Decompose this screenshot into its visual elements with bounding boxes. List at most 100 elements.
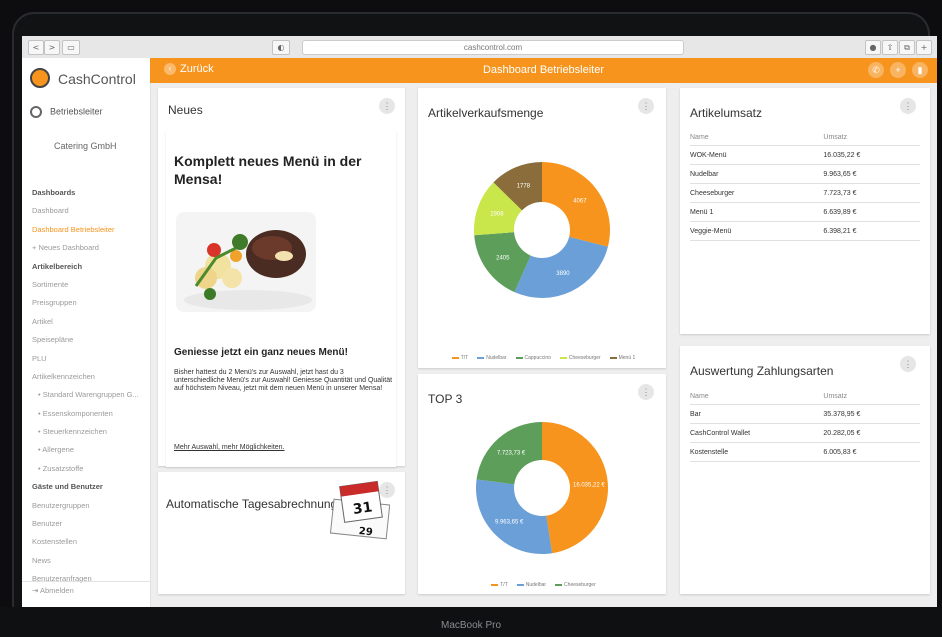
sidebar-item[interactable]: Kostenstellen: [22, 533, 150, 551]
top3-slice[interactable]: [476, 479, 553, 554]
table-cell-name: Kostenstelle: [690, 442, 824, 462]
sales-quantity-slice[interactable]: [514, 236, 608, 298]
user-icon: [30, 106, 42, 118]
logout-button[interactable]: ⇥ Abmelden: [22, 581, 150, 600]
sales-quantity-slice-label: 2405: [496, 256, 510, 262]
logo-text: CashControl: [58, 71, 136, 87]
phone-icon[interactable]: ✆: [868, 62, 884, 78]
article-revenue-header-row: Name Umsatz: [690, 130, 920, 146]
sales-quantity-legend: T/T Nudelbar Cappuccino Cheeseburger Menü 1: [418, 355, 666, 361]
sidebar-item[interactable]: Benutzergruppen: [22, 497, 150, 515]
payment-types-header-row: Name Umsatz: [690, 389, 920, 405]
table-row[interactable]: Kostenstelle 6.005,83 €: [690, 442, 920, 462]
new-tab-icon[interactable]: +: [916, 40, 932, 55]
company-name: Catering GmbH: [54, 141, 117, 151]
browser-forward-button[interactable]: >: [44, 40, 60, 55]
sidebar-item[interactable]: Dashboard: [22, 202, 150, 220]
sidebar-item[interactable]: • Standard Warengruppen G...: [22, 386, 150, 404]
table-cell-value: 6.005,83 €: [823, 442, 920, 462]
sidebar-item[interactable]: Benutzer: [22, 515, 150, 533]
article-revenue-column-header: Name: [690, 130, 824, 146]
top3-legend-item[interactable]: Nudelbar: [514, 582, 546, 588]
sidebar-item[interactable]: Artikel: [22, 313, 150, 331]
sales-quantity-legend-item[interactable]: T/T: [449, 355, 468, 361]
sidebar-item[interactable]: PLU: [22, 350, 150, 368]
tabs-icon[interactable]: ⧉: [899, 40, 915, 55]
add-icon[interactable]: +: [890, 62, 906, 78]
article-revenue-title: Artikelumsatz: [690, 106, 763, 120]
table-cell-name: WOK-Menü: [690, 145, 824, 165]
logo[interactable]: CashControl: [30, 66, 150, 92]
table-cell-name: Nudelbar: [690, 164, 824, 184]
table-row[interactable]: CashControl Wallet 20.282,05 €: [690, 423, 920, 443]
sales-quantity-legend-item[interactable]: Cappuccino: [513, 355, 551, 361]
device-label: MacBook Pro: [440, 620, 502, 631]
url-bar[interactable]: cashcontrol.com: [302, 40, 684, 55]
privacy-icon[interactable]: ◐: [272, 40, 290, 55]
sidebar: CashControl Betriebsleiter Catering GmbH…: [22, 58, 151, 607]
news-card: Neues ⋮ Komplett neues Menü in der Mensa…: [158, 88, 405, 467]
downloads-icon[interactable]: ●: [865, 40, 881, 55]
logout-icon: ⇥: [32, 586, 39, 595]
news-card-title: Neues: [168, 103, 203, 117]
top3-legend-item[interactable]: Cheeseburger: [552, 582, 596, 588]
sidebar-item[interactable]: • Allergene: [22, 441, 150, 459]
sidebar-section-header: Gäste und Benutzer: [32, 482, 103, 492]
legend-label: Cheeseburger: [568, 355, 601, 361]
table-cell-value: 16.035,22 €: [823, 145, 920, 165]
sales-quantity-menu-icon[interactable]: ⋮: [638, 98, 654, 114]
sidebar-item[interactable]: Dashboard Betriebsleiter: [22, 221, 150, 239]
sales-quantity-slice-label: 4067: [573, 199, 587, 205]
browser-toolbar: < > ▭ ◐ cashcontrol.com ● ⇧ ⧉ +: [22, 36, 937, 59]
top3-slice-label: 7.723,73 €: [497, 451, 526, 457]
sidebar-item[interactable]: • Essenskomponenten: [22, 405, 150, 423]
table-row[interactable]: Nudelbar 9.963,65 €: [690, 164, 920, 184]
sidebar-item[interactable]: Artikelkennzeichen: [22, 368, 150, 386]
sales-quantity-legend-item[interactable]: Menü 1: [607, 355, 635, 361]
sidebar-toggle-icon[interactable]: ▭: [62, 40, 80, 55]
news-menu-icon[interactable]: ⋮: [379, 98, 395, 114]
payment-types-menu-icon[interactable]: ⋮: [900, 356, 916, 372]
table-row[interactable]: WOK-Menü 16.035,22 €: [690, 145, 920, 165]
sales-quantity-donut-chart: 4067 3890 2405 1908 1778: [474, 162, 610, 298]
article-revenue-menu-icon[interactable]: ⋮: [900, 98, 916, 114]
top3-slice-label: 16.035,22 €: [573, 482, 605, 488]
top3-menu-icon[interactable]: ⋮: [638, 384, 654, 400]
sidebar-item[interactable]: • Steuerkennzeichen: [22, 423, 150, 441]
page-title: Dashboard Betriebsleiter: [482, 64, 605, 76]
url-text: cashcontrol.com: [463, 43, 523, 52]
user-row[interactable]: Betriebsleiter: [30, 106, 103, 118]
food-image: [176, 212, 316, 312]
payment-types-title: Auswertung Zahlungsarten: [690, 364, 834, 378]
table-row[interactable]: Menü 1 6.639,89 €: [690, 202, 920, 222]
sidebar-item[interactable]: + Neues Dashboard: [22, 239, 150, 257]
sales-quantity-title: Artikelverkaufsmenge: [428, 106, 544, 120]
top3-slice-label: 9.963,65 €: [495, 520, 524, 526]
legend-swatch: [559, 356, 567, 359]
sidebar-item[interactable]: • Zusatzstoffe: [22, 460, 150, 478]
table-row[interactable]: Cheeseburger 7.723,73 €: [690, 183, 920, 203]
top3-legend-item[interactable]: T/T: [488, 582, 508, 588]
sidebar-item[interactable]: Sortimente: [22, 276, 150, 294]
browser-back-button[interactable]: <: [28, 40, 44, 55]
sales-quantity-card: Artikelverkaufsmenge ⋮ 4067 3890 2405 1908 1…: [418, 88, 666, 368]
sidebar-item[interactable]: News: [22, 552, 150, 570]
news-more-link[interactable]: Mehr Auswahl, mehr Möglichkeiten.: [174, 444, 285, 451]
table-row[interactable]: Bar 35.378,95 €: [690, 404, 920, 424]
table-row[interactable]: Veggie-Menü 6.398,21 €: [690, 221, 920, 241]
sidebar-item[interactable]: Preisgruppen: [22, 294, 150, 312]
share-icon[interactable]: ⇧: [882, 40, 898, 55]
legend-swatch: [477, 356, 485, 359]
sales-quantity-legend-item[interactable]: Nudelbar: [474, 355, 507, 361]
screen: < > ▭ ◐ cashcontrol.com ● ⇧ ⧉ + CashCont…: [22, 36, 937, 607]
news-subheadline: Geniesse jetzt ein ganz neues Menü!: [174, 347, 348, 358]
calendar-icon: 31 29: [329, 480, 391, 540]
news-article[interactable]: Komplett neues Menü in der Mensa! Genies…: [166, 130, 396, 467]
legend-swatch: [491, 583, 499, 586]
sidebar-item[interactable]: Speisepläne: [22, 331, 150, 349]
save-icon[interactable]: ▮: [912, 62, 928, 78]
legend-label: T/T: [500, 582, 508, 588]
sidebar-section-header: Artikelbereich: [32, 261, 83, 271]
table-cell-name: Menü 1: [690, 202, 824, 222]
sales-quantity-legend-item[interactable]: Cheeseburger: [557, 355, 601, 361]
